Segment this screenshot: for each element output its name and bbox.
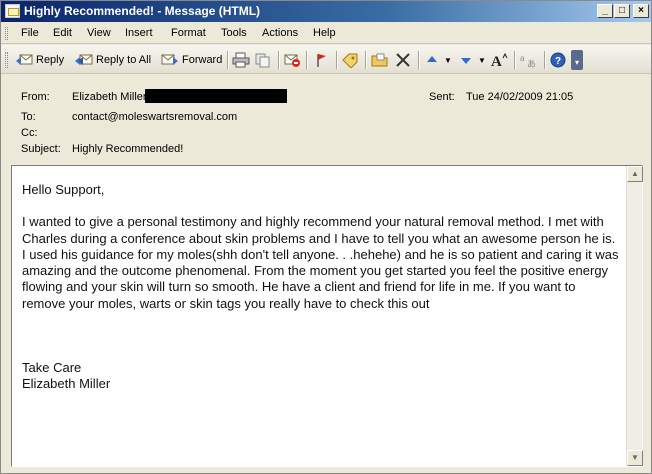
toolbar-separator (514, 51, 516, 69)
redacted-block (145, 89, 287, 103)
forward-icon (161, 52, 179, 68)
toolbar-options-button[interactable]: ▾ (571, 50, 583, 70)
copy-icon (254, 52, 272, 68)
reply-icon (15, 52, 33, 68)
toolbar-separator (306, 51, 308, 69)
message-header: From: Elizabeth Miller Sent: Tue 24/02/2… (1, 75, 651, 163)
scroll-down-button[interactable]: ▼ (627, 450, 643, 466)
menu-bar: File Edit View Insert Format Tools Actio… (1, 23, 651, 44)
forward-button[interactable]: Forward (161, 50, 222, 70)
from-label: From: (21, 91, 50, 103)
svg-text:a: a (520, 54, 525, 63)
greeting: Hello Support, (22, 182, 105, 197)
translate-icon: aあ (519, 52, 537, 68)
move-icon (371, 52, 389, 68)
to-value[interactable]: contact@moleswartsremoval.com (72, 111, 237, 123)
reply-all-button[interactable]: Reply to All (75, 50, 151, 70)
reply-all-icon (75, 52, 93, 68)
svg-text:A: A (491, 54, 502, 68)
menu-edit[interactable]: Edit (53, 27, 72, 39)
toolbar-grip[interactable] (5, 52, 8, 68)
sent-value: Tue 24/02/2009 21:05 (466, 91, 574, 103)
flag-icon (312, 52, 330, 68)
menu-file[interactable]: File (21, 27, 39, 39)
subject-label: Subject: (21, 143, 61, 155)
minimize-button[interactable]: _ (597, 4, 613, 18)
translate-button[interactable]: aあ (519, 50, 537, 70)
toolbar-separator (365, 51, 367, 69)
subject-value: Highly Recommended! (72, 143, 184, 155)
maximize-button[interactable]: □ (614, 4, 630, 18)
categorize-button[interactable] (341, 50, 359, 70)
menu-format[interactable]: Format (171, 27, 206, 39)
scroll-up-button[interactable]: ▲ (627, 166, 643, 182)
help-icon: ? (549, 52, 567, 68)
print-button[interactable] (232, 50, 250, 70)
menubar-grip[interactable] (5, 27, 8, 40)
from-value[interactable]: Elizabeth Miller (72, 91, 147, 103)
standard-toolbar: Reply Reply to All Forward ▼ ▼ A a あ ? ▾ (1, 45, 651, 74)
next-dropdown-icon[interactable]: ▼ (478, 56, 486, 65)
next-icon (457, 52, 475, 68)
categorize-icon (341, 52, 359, 68)
message-icon (5, 4, 20, 18)
closing: Take Care (22, 360, 82, 376)
reply-label: Reply (36, 54, 65, 66)
font-size-icon: A (490, 52, 508, 68)
previous-dropdown-icon[interactable]: ▼ (444, 56, 452, 65)
previous-icon (423, 52, 441, 68)
copy-button[interactable] (254, 50, 272, 70)
toolbar-separator (336, 51, 338, 69)
title-bar[interactable]: Highly Recommended! - Message (HTML) _ □… (1, 1, 651, 22)
vertical-scrollbar[interactable]: ▲ ▼ (626, 166, 643, 466)
font-size-button[interactable]: A (490, 50, 508, 70)
svg-text:?: ? (555, 56, 561, 67)
toolbar-separator (544, 51, 546, 69)
body-paragraph: I wanted to give a personal testimony an… (22, 214, 619, 311)
signature: Elizabeth Miller (22, 376, 111, 392)
reply-button[interactable]: Reply (15, 50, 64, 70)
window-title: Highly Recommended! - Message (HTML) (24, 4, 261, 18)
toolbar-separator (278, 51, 280, 69)
next-item-button[interactable]: ▼ (457, 50, 486, 70)
reply-all-label: Reply to All (96, 54, 152, 66)
to-label: To: (21, 111, 36, 123)
cc-label: Cc: (21, 127, 38, 139)
menu-help[interactable]: Help (313, 27, 336, 39)
menu-view[interactable]: View (87, 27, 111, 39)
flag-button[interactable] (312, 50, 330, 70)
toolbar-separator (227, 51, 229, 69)
sent-label: Sent: (429, 91, 455, 103)
previous-item-button[interactable]: ▼ (423, 50, 452, 70)
delete-button[interactable] (394, 50, 412, 70)
help-button[interactable]: ? (549, 50, 567, 70)
junk-button[interactable] (283, 50, 301, 70)
menu-actions[interactable]: Actions (262, 27, 298, 39)
close-button[interactable]: × (633, 4, 649, 18)
message-window: Highly Recommended! - Message (HTML) _ □… (0, 0, 652, 474)
menu-insert[interactable]: Insert (125, 27, 153, 39)
print-icon (232, 52, 250, 68)
forward-label: Forward (182, 54, 223, 66)
message-text: Hello Support, I wanted to give a person… (22, 182, 622, 393)
toolbar-options-icon: ▾ (571, 50, 583, 70)
toolbar-separator (418, 51, 420, 69)
move-button[interactable] (371, 50, 389, 70)
svg-text:あ: あ (527, 59, 536, 68)
junk-icon (283, 52, 301, 68)
message-body[interactable]: Hello Support, I wanted to give a person… (11, 165, 643, 467)
menu-tools[interactable]: Tools (221, 27, 247, 39)
delete-icon (394, 52, 412, 68)
